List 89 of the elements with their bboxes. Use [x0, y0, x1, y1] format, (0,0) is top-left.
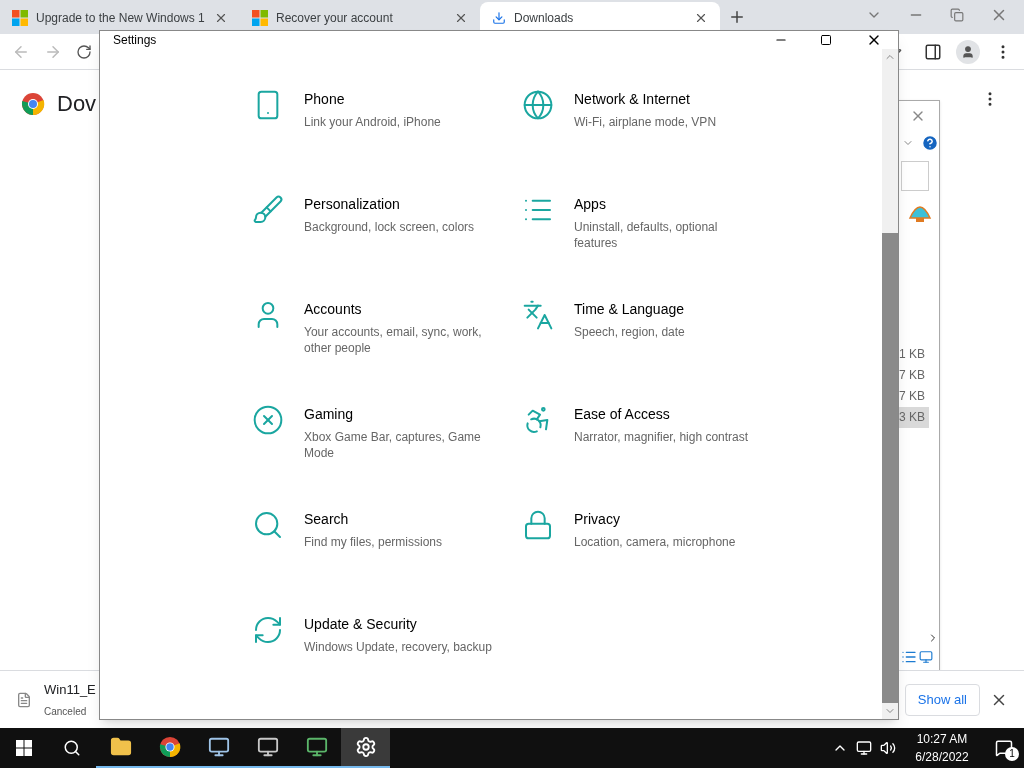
- settings-category[interactable]: Accounts Your accounts, email, sync, work, other people: [252, 299, 522, 379]
- tab-title: Upgrade to the New Windows 1: [36, 10, 206, 27]
- page-title: Dov: [57, 90, 97, 118]
- person-icon: [961, 44, 975, 59]
- scrollbar-thumb[interactable]: [882, 233, 898, 703]
- download-icon: [492, 11, 506, 25]
- side-panel-icon[interactable]: [924, 42, 942, 61]
- xbox-icon: [252, 404, 284, 436]
- folder-icon: [109, 736, 132, 758]
- settings-icon: [354, 736, 377, 758]
- profile-avatar[interactable]: [956, 39, 980, 64]
- scrollbar[interactable]: [882, 49, 898, 719]
- new-tab-icon[interactable]: [728, 8, 746, 26]
- category-title: Network & Internet: [574, 90, 691, 109]
- monitor-icon: [256, 736, 279, 758]
- settings-category[interactable]: Time & Language Speech, region, date: [522, 299, 792, 379]
- browser-tab[interactable]: Upgrade to the New Windows 1: [0, 2, 240, 34]
- show-all-button[interactable]: Show all: [904, 683, 980, 716]
- settings-category[interactable]: Network & Internet Wi-Fi, airplane mode, VPN: [522, 89, 792, 169]
- category-title: Update & Security: [304, 615, 418, 634]
- category-title: Privacy: [574, 510, 621, 529]
- clock-date[interactable]: 6/28/2022: [915, 748, 969, 766]
- address-field[interactable]: [901, 161, 929, 191]
- lock-icon: [522, 509, 554, 541]
- category-description: Link your Android, iPhone: [304, 114, 442, 130]
- category-description: Xbox Game Bar, captures, Game Mode: [304, 429, 482, 461]
- preview-view-icon[interactable]: [919, 650, 933, 664]
- category-description: Wi-Fi, airplane mode, VPN: [574, 114, 718, 130]
- chrome-logo-icon: [21, 91, 45, 116]
- close-tab-icon[interactable]: [454, 11, 468, 25]
- settings-category[interactable]: Ease of Access Narrator, magnifier, high contrast: [522, 404, 792, 484]
- windows-logo-icon: [252, 10, 268, 26]
- settings-category[interactable]: Search Find my files, permissions: [252, 509, 522, 589]
- settings-category[interactable]: Gaming Xbox Game Bar, captures, Game Mode: [252, 404, 522, 484]
- category-description: Background, lock screen, colors: [304, 219, 476, 235]
- search-icon[interactable]: [63, 739, 81, 757]
- browser-tab[interactable]: Recover your account: [240, 2, 480, 34]
- close-tab-icon[interactable]: [214, 11, 228, 25]
- notification-count: 1: [1005, 747, 1019, 761]
- file-size: 1 KB: [898, 346, 926, 363]
- restore-icon[interactable]: [950, 8, 964, 22]
- search-icon: [252, 509, 284, 541]
- settings-category[interactable]: Privacy Location, camera, microphone: [522, 509, 792, 589]
- download-status: Canceled: [44, 704, 88, 719]
- category-description: Your accounts, email, sync, work, other people: [304, 324, 483, 356]
- computer-icon: [207, 736, 230, 758]
- screen-icon: [305, 736, 328, 758]
- tab-title: Downloads: [514, 10, 575, 27]
- network-icon[interactable]: [856, 740, 872, 756]
- notification-icon[interactable]: [995, 739, 1013, 757]
- category-title: Phone: [304, 90, 346, 109]
- clock-time[interactable]: 10:27 AM: [916, 730, 968, 748]
- category-description: Windows Update, recovery, backup: [304, 639, 493, 655]
- file-size: 7 KB: [898, 388, 926, 405]
- category-description: Location, camera, microphone: [574, 534, 737, 550]
- help-icon[interactable]: [921, 134, 939, 152]
- settings-category[interactable]: Personalization Background, lock screen, colors: [252, 194, 522, 274]
- windows-logo-icon: [12, 10, 28, 26]
- category-title: Accounts: [304, 300, 363, 319]
- refresh-icon: [252, 614, 284, 646]
- taskbar-app[interactable]: [341, 728, 390, 768]
- settings-category[interactable]: Apps Uninstall, defaults, optional features: [522, 194, 792, 274]
- category-description: Uninstall, defaults, optional features: [574, 219, 719, 251]
- chrome-logo-icon: [158, 736, 181, 758]
- settings-category[interactable]: Phone Link your Android, iPhone: [252, 89, 522, 169]
- category-description: Find my files, permissions: [304, 534, 444, 550]
- category-title: Search: [304, 510, 350, 529]
- brush-icon: [252, 194, 284, 226]
- category-description: Speech, region, date: [574, 324, 686, 340]
- category-title: Time & Language: [574, 300, 685, 319]
- globe-icon: [522, 89, 554, 121]
- window-title: Settings: [113, 32, 157, 49]
- category-title: Personalization: [304, 195, 401, 214]
- language-icon: [522, 299, 554, 331]
- settings-category[interactable]: Update & Security Windows Update, recovery, backup: [252, 614, 522, 694]
- reload-icon[interactable]: [76, 43, 92, 60]
- close-tab-icon[interactable]: [694, 11, 708, 25]
- file-icon: [16, 691, 32, 708]
- tab-title: Recover your account: [276, 10, 394, 27]
- details-view-icon[interactable]: [901, 649, 917, 665]
- maximize-icon[interactable]: [820, 34, 832, 46]
- category-title: Gaming: [304, 405, 355, 424]
- category-title: Apps: [574, 195, 607, 214]
- category-title: Ease of Access: [574, 405, 671, 424]
- category-description: Narrator, magnifier, high contrast: [574, 429, 750, 445]
- download-file-name[interactable]: Win11_E: [44, 680, 96, 700]
- volume-icon[interactable]: [880, 740, 896, 756]
- file-size: 7 KB: [898, 367, 926, 384]
- start-icon[interactable]: [16, 740, 32, 756]
